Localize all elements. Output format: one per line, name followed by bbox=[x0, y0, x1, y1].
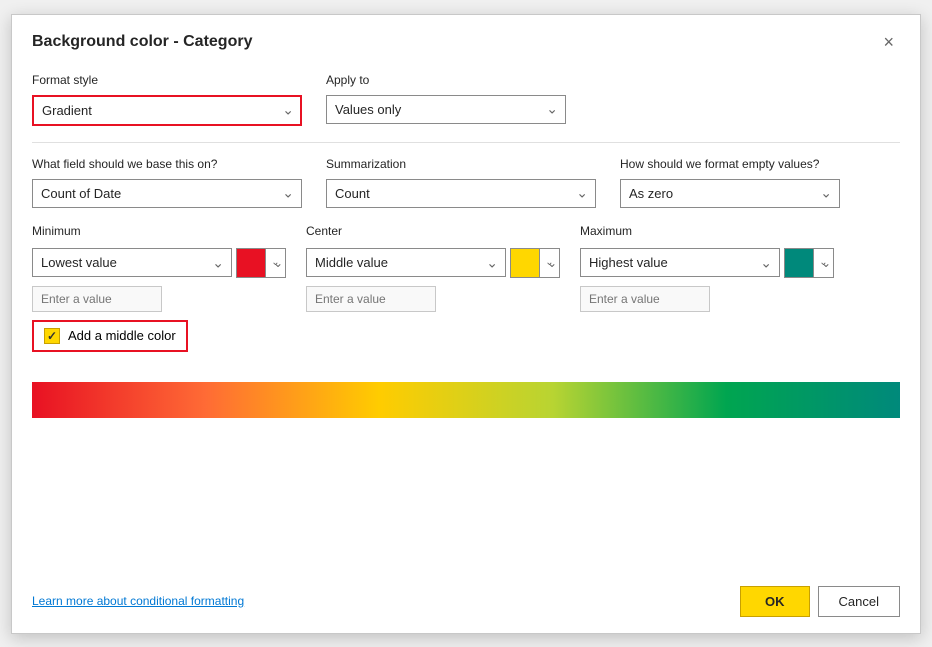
empty-values-group: How should we format empty values? As ze… bbox=[620, 157, 840, 208]
minimum-select-wrapper: Lowest value Number Percent bbox=[32, 248, 232, 277]
empty-values-label: How should we format empty values? bbox=[620, 157, 840, 171]
format-style-select[interactable]: Gradient Rules Field value bbox=[32, 95, 302, 126]
summarization-select[interactable]: Count Sum Average bbox=[326, 179, 596, 208]
maximum-value-input[interactable] bbox=[580, 286, 710, 312]
middle-color-label[interactable]: Add a middle color bbox=[32, 320, 188, 352]
center-color-wrapper: ⌄ bbox=[510, 248, 560, 278]
apply-to-group: Apply to Values only Header Total bbox=[326, 73, 566, 124]
minimum-type-select[interactable]: Lowest value Number Percent bbox=[32, 248, 232, 277]
minimum-controls: Lowest value Number Percent ⌄ bbox=[32, 248, 286, 278]
ok-button[interactable]: OK bbox=[740, 586, 810, 617]
minimum-value-input[interactable] bbox=[32, 286, 162, 312]
summarization-label: Summarization bbox=[326, 157, 596, 171]
cancel-button[interactable]: Cancel bbox=[818, 586, 900, 617]
minimum-label: Minimum bbox=[32, 224, 286, 238]
summarization-group: Summarization Count Sum Average bbox=[326, 157, 596, 208]
apply-to-select[interactable]: Values only Header Total bbox=[326, 95, 566, 124]
separator-1 bbox=[32, 142, 900, 143]
dialog: Background color - Category × Format sty… bbox=[11, 14, 921, 634]
middle-color-container: Add a middle color bbox=[32, 320, 900, 368]
minimum-color-swatch[interactable] bbox=[236, 248, 266, 278]
apply-to-select-wrapper: Values only Header Total bbox=[326, 95, 566, 124]
base-field-select[interactable]: Count of Date bbox=[32, 179, 302, 208]
empty-values-select[interactable]: As zero As missing bbox=[620, 179, 840, 208]
maximum-color-wrapper: ⌄ bbox=[784, 248, 834, 278]
center-select-wrapper: Middle value Number Percent bbox=[306, 248, 506, 277]
summarization-select-wrapper: Count Sum Average bbox=[326, 179, 596, 208]
apply-to-label: Apply to bbox=[326, 73, 566, 87]
empty-values-select-wrapper: As zero As missing bbox=[620, 179, 840, 208]
base-field-label: What field should we base this on? bbox=[32, 157, 302, 171]
min-center-max-row: Minimum Lowest value Number Percent ⌄ bbox=[32, 224, 900, 312]
maximum-label: Maximum bbox=[580, 224, 834, 238]
minimum-group: Minimum Lowest value Number Percent ⌄ bbox=[32, 224, 286, 312]
maximum-select-wrapper: Highest value Number Percent bbox=[580, 248, 780, 277]
maximum-group: Maximum Highest value Number Percent ⌄ bbox=[580, 224, 834, 312]
close-button[interactable]: × bbox=[877, 31, 900, 53]
base-field-select-wrapper: Count of Date bbox=[32, 179, 302, 208]
minimum-color-wrapper: ⌄ bbox=[236, 248, 286, 278]
dialog-header: Background color - Category × bbox=[12, 15, 920, 65]
dialog-title: Background color - Category bbox=[32, 33, 252, 51]
gradient-preview-bar bbox=[32, 382, 900, 418]
footer-buttons: OK Cancel bbox=[740, 586, 900, 617]
format-style-select-wrapper: Gradient Rules Field value bbox=[32, 95, 302, 126]
dialog-body: Format style Gradient Rules Field value … bbox=[12, 65, 920, 574]
learn-more-link[interactable]: Learn more about conditional formatting bbox=[32, 594, 244, 608]
middle-color-text: Add a middle color bbox=[68, 328, 176, 343]
row-base-field: What field should we base this on? Count… bbox=[32, 157, 900, 208]
center-group: Center Middle value Number Percent ⌄ bbox=[306, 224, 560, 312]
center-controls: Middle value Number Percent ⌄ bbox=[306, 248, 560, 278]
center-type-select[interactable]: Middle value Number Percent bbox=[306, 248, 506, 277]
dialog-footer: Learn more about conditional formatting … bbox=[12, 574, 920, 633]
maximum-controls: Highest value Number Percent ⌄ bbox=[580, 248, 834, 278]
base-field-group: What field should we base this on? Count… bbox=[32, 157, 302, 208]
maximum-color-swatch[interactable] bbox=[784, 248, 814, 278]
row-format-style: Format style Gradient Rules Field value … bbox=[32, 73, 900, 126]
middle-color-checkbox[interactable] bbox=[44, 328, 60, 344]
maximum-type-select[interactable]: Highest value Number Percent bbox=[580, 248, 780, 277]
center-value-input[interactable] bbox=[306, 286, 436, 312]
center-label: Center bbox=[306, 224, 560, 238]
format-style-label: Format style bbox=[32, 73, 302, 87]
format-style-group: Format style Gradient Rules Field value bbox=[32, 73, 302, 126]
center-color-swatch[interactable] bbox=[510, 248, 540, 278]
